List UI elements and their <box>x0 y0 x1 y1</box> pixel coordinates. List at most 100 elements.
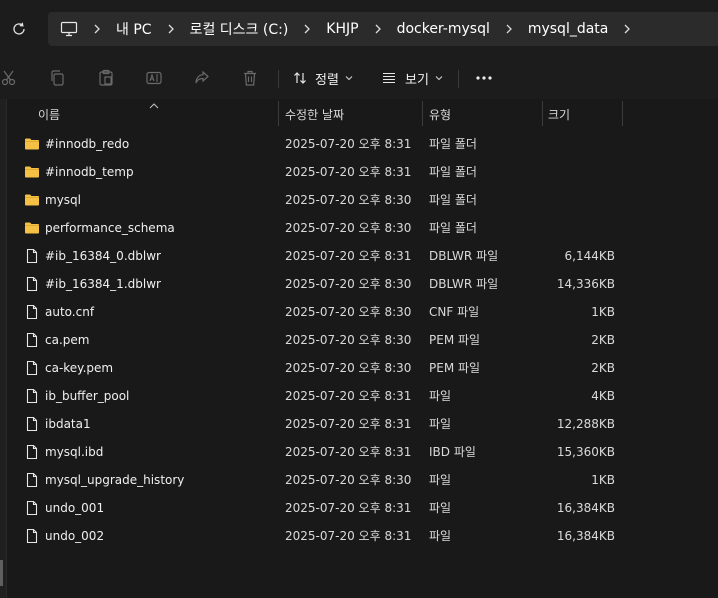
chevron-right-icon[interactable] <box>622 24 632 34</box>
file-name[interactable]: #ib_16384_0.dblwr <box>45 242 161 270</box>
file-icon <box>24 472 40 488</box>
file-type: 파일 <box>429 417 452 431</box>
file-name[interactable]: auto.cnf <box>45 298 94 326</box>
scrollbar-thumb[interactable] <box>0 560 3 586</box>
navigation-pane-edge <box>0 99 7 598</box>
chevron-right-icon[interactable] <box>166 24 176 34</box>
breadcrumb-docker-mysql[interactable]: docker-mysql <box>397 21 490 37</box>
file-modified-date: 2025-07-20 오후 8:31 <box>285 501 412 515</box>
file-row[interactable]: mysql_upgrade_history 2025-07-20 오후 8:30 파… <box>18 466 718 494</box>
file-name[interactable]: mysql.ibd <box>45 438 103 466</box>
folder-row[interactable]: mysql 2025-07-20 오후 8:30 파일 폴더 <box>18 186 718 214</box>
chevron-down-icon <box>345 71 353 86</box>
cut-icon[interactable] <box>0 68 20 88</box>
breadcrumb-khjp[interactable]: KHJP <box>326 21 358 37</box>
file-row[interactable]: mysql.ibd 2025-07-20 오후 8:31 IBD 파일 15,360K… <box>18 438 718 466</box>
folder-icon <box>24 136 40 152</box>
file-modified-date: 2025-07-20 오후 8:31 <box>285 389 412 403</box>
column-header-size[interactable]: 크기 <box>548 101 570 127</box>
file-icon <box>24 304 40 320</box>
view-label: 보기 <box>405 72 429 88</box>
file-modified-date: 2025-07-20 오후 8:30 <box>285 277 412 291</box>
file-name[interactable]: mysql_upgrade_history <box>45 466 184 494</box>
column-divider[interactable] <box>622 101 623 126</box>
file-modified-date: 2025-07-20 오후 8:30 <box>285 305 412 319</box>
file-row[interactable]: undo_002 2025-07-20 오후 8:31 파일 16,384KB <box>18 522 718 550</box>
column-header-name[interactable]: 이름 <box>38 101 60 127</box>
file-modified-date: 2025-07-20 오후 8:30 <box>285 193 412 207</box>
file-name[interactable]: ibdata1 <box>45 410 91 438</box>
file-modified-date: 2025-07-20 오후 8:31 <box>285 445 412 459</box>
file-size: 4KB <box>591 389 615 403</box>
file-size: 14,336KB <box>556 277 615 291</box>
column-header-date[interactable]: 수정한 날짜 <box>285 101 344 127</box>
column-header-type[interactable]: 유형 <box>429 101 451 127</box>
file-name[interactable]: ib_buffer_pool <box>45 382 129 410</box>
column-header-name-label: 이름 <box>38 107 61 122</box>
file-row[interactable]: #ib_16384_1.dblwr 2025-07-20 오후 8:30 DBLWR… <box>18 270 718 298</box>
file-name[interactable]: undo_001 <box>45 494 104 522</box>
file-modified-date: 2025-07-20 오후 8:30 <box>285 333 412 347</box>
file-name[interactable]: #innodb_temp <box>45 158 134 186</box>
column-header-type-label: 유형 <box>429 107 452 122</box>
file-type: IBD 파일 <box>429 445 476 459</box>
view-button[interactable]: 보기 <box>381 66 443 90</box>
file-name[interactable]: performance_schema <box>45 214 175 242</box>
paste-icon[interactable] <box>96 68 116 88</box>
file-name[interactable]: undo_002 <box>45 522 104 550</box>
file-modified-date: 2025-07-20 오후 8:31 <box>285 165 412 179</box>
file-type: DBLWR 파일 <box>429 249 499 263</box>
file-row[interactable]: ibdata1 2025-07-20 오후 8:31 파일 12,288KB <box>18 410 718 438</box>
view-icon <box>381 70 397 86</box>
copy-icon[interactable] <box>48 68 68 88</box>
file-row[interactable]: ca.pem 2025-07-20 오후 8:30 PEM 파일 2KB <box>18 326 718 354</box>
folder-row[interactable]: #innodb_temp 2025-07-20 오후 8:31 파일 폴더 <box>18 158 718 186</box>
computer-icon[interactable] <box>60 21 78 37</box>
file-type: 파일 폴더 <box>429 137 477 151</box>
column-header-date-label: 수정한 날짜 <box>285 107 345 122</box>
breadcrumb-mysql-data[interactable]: mysql_data <box>528 21 609 37</box>
address-bar-region: 내 PC 로컬 디스크 (C:) KHJP docker-mysql mysql… <box>0 0 718 58</box>
file-name[interactable]: ca.pem <box>45 326 89 354</box>
file-name[interactable]: ca-key.pem <box>45 354 113 382</box>
more-icon[interactable] <box>474 68 494 88</box>
folder-row[interactable]: #innodb_redo 2025-07-20 오후 8:31 파일 폴더 <box>18 130 718 158</box>
file-type: PEM 파일 <box>429 333 481 347</box>
rename-icon[interactable] <box>144 68 164 88</box>
file-modified-date: 2025-07-20 오후 8:30 <box>285 221 412 235</box>
file-name[interactable]: #innodb_redo <box>45 130 129 158</box>
file-size: 2KB <box>591 333 615 347</box>
file-icon <box>24 276 40 292</box>
file-modified-date: 2025-07-20 오후 8:31 <box>285 137 412 151</box>
chevron-right-icon[interactable] <box>302 24 312 34</box>
share-icon[interactable] <box>192 68 212 88</box>
chevron-right-icon[interactable] <box>504 24 514 34</box>
delete-icon[interactable] <box>240 68 260 88</box>
folder-row[interactable]: performance_schema 2025-07-20 오후 8:30 파일 폴… <box>18 214 718 242</box>
chevron-right-icon[interactable] <box>373 24 383 34</box>
chevron-right-icon[interactable] <box>92 24 102 34</box>
column-header-size-label: 크기 <box>548 107 571 122</box>
folder-icon <box>24 192 40 208</box>
file-size: 12,288KB <box>556 417 615 431</box>
column-divider[interactable] <box>542 101 543 126</box>
column-divider[interactable] <box>422 101 423 126</box>
file-name[interactable]: mysql <box>45 186 81 214</box>
file-type: 파일 <box>429 473 452 487</box>
breadcrumb-my-pc[interactable]: 내 PC <box>116 19 152 39</box>
file-row[interactable]: #ib_16384_0.dblwr 2025-07-20 오후 8:31 DBLWR… <box>18 242 718 270</box>
file-type: 파일 <box>429 529 452 543</box>
refresh-icon[interactable] <box>6 16 32 42</box>
file-name[interactable]: #ib_16384_1.dblwr <box>45 270 161 298</box>
file-row[interactable]: undo_001 2025-07-20 오후 8:31 파일 16,384KB <box>18 494 718 522</box>
file-row[interactable]: ca-key.pem 2025-07-20 오후 8:30 PEM 파일 2KB <box>18 354 718 382</box>
file-type: CNF 파일 <box>429 305 480 319</box>
breadcrumb-local-disk[interactable]: 로컬 디스크 (C:) <box>190 19 289 39</box>
file-row[interactable]: ib_buffer_pool 2025-07-20 오후 8:31 파일 4KB <box>18 382 718 410</box>
file-icon <box>24 500 40 516</box>
column-divider[interactable] <box>278 101 279 126</box>
address-bar[interactable]: 내 PC 로컬 디스크 (C:) KHJP docker-mysql mysql… <box>48 12 718 46</box>
file-row[interactable]: auto.cnf 2025-07-20 오후 8:30 CNF 파일 1KB <box>18 298 718 326</box>
file-modified-date: 2025-07-20 오후 8:31 <box>285 417 412 431</box>
sort-button[interactable]: 정렬 <box>292 66 353 90</box>
